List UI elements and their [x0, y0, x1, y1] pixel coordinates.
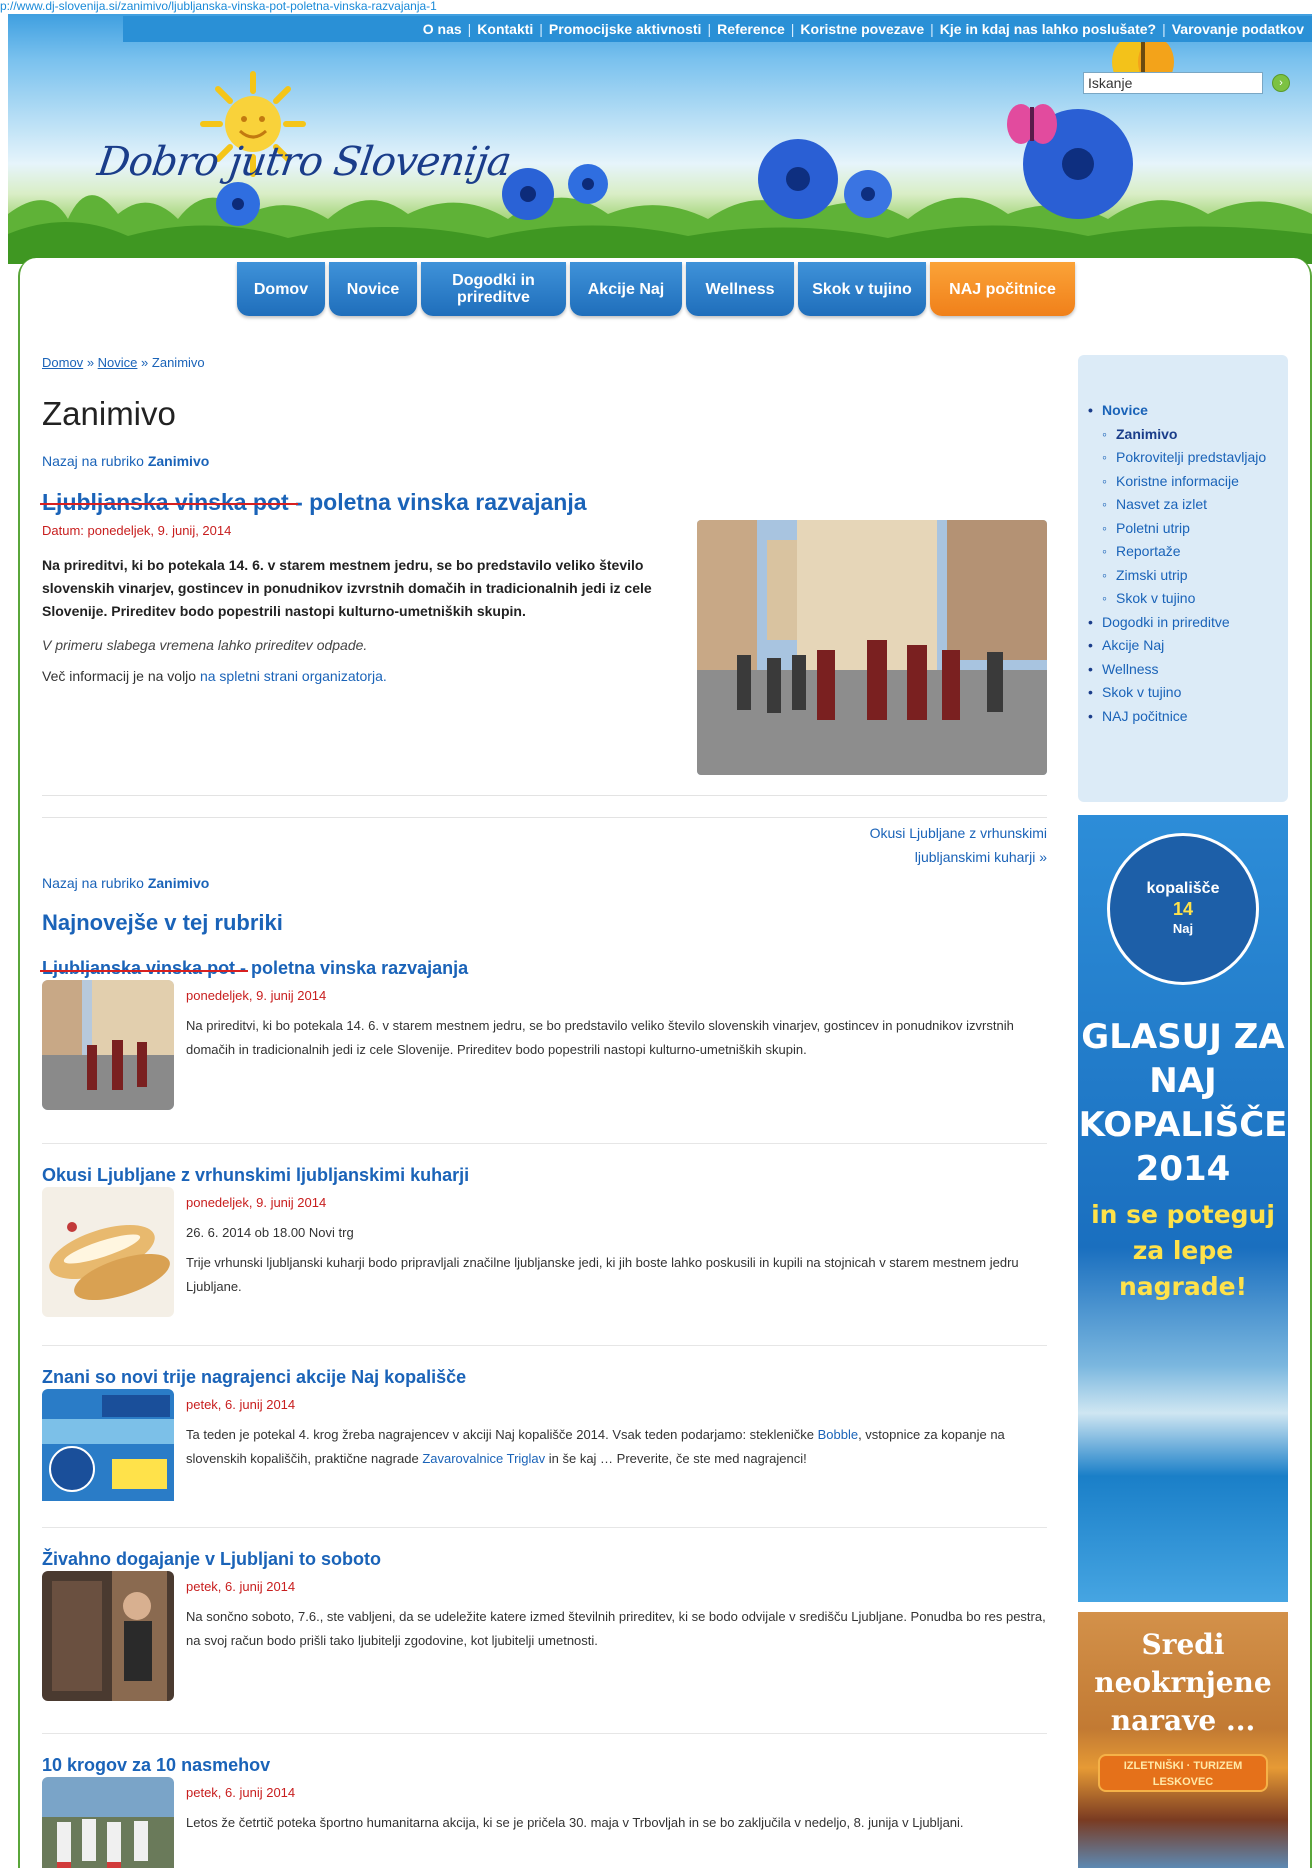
sidebar-item-poletni-utrip[interactable]: Poletni utrip — [1102, 517, 1288, 541]
red-strike-annotation — [40, 503, 298, 505]
topnav-link-kje-in-kdaj[interactable]: Kje in kdaj nas lahko poslušate? — [940, 21, 1156, 37]
sidebar-item-dogodki[interactable]: Dogodki in prireditve — [1088, 611, 1288, 635]
tab-skok-v-tujino[interactable]: Skok v tujino — [798, 262, 926, 316]
next-article-link[interactable]: Okusi Ljubljane z vrhunskimi ljubljanski… — [870, 821, 1047, 869]
item-date: ponedeljek, 9. junij 2014 — [186, 1195, 327, 1210]
sidebar-item-naj-pocitnice[interactable]: NAJ počitnice — [1088, 705, 1288, 729]
breadcrumb-current: Zanimivo — [151, 355, 205, 370]
sidebar-item-akcije-naj[interactable]: Akcije Naj — [1088, 634, 1288, 658]
topnav-link-kontakti[interactable]: Kontakti — [477, 21, 533, 37]
divider — [42, 1345, 1047, 1346]
list-item: Živahno dogajanje v Ljubljani to soboto … — [42, 1549, 1047, 1701]
article-lead: Na prireditvi, ki bo potekala 14. 6. v s… — [42, 557, 652, 619]
item-title-link[interactable]: Znani so novi trije nagrajenci akcije Na… — [42, 1367, 1047, 1388]
item-date: ponedeljek, 9. junij 2014 — [186, 988, 327, 1003]
leskovec-logo: IZLETNIŠKI · TURIZEM LESKOVEC — [1098, 1754, 1268, 1792]
item-title-link[interactable]: Ljubljanska vinska pot - poletna vinska … — [42, 958, 1047, 979]
item-thumbnail[interactable] — [42, 1187, 174, 1317]
item-thumbnail[interactable] — [42, 1389, 174, 1519]
search-submit-button[interactable]: › — [1272, 74, 1290, 92]
list-item: 10 krogov za 10 nasmehov petek, 6. junij… — [42, 1755, 1047, 1868]
topnav-link-promocijske[interactable]: Promocijske aktivnosti — [549, 21, 702, 37]
sidebar-item-novice[interactable]: Novice — [1088, 399, 1288, 423]
topnav-link-o-nas[interactable]: O nas — [423, 21, 462, 37]
main-navigation: Domov Novice Dogodki in prireditve Akcij… — [237, 262, 1075, 316]
topnav-link-varovanje[interactable]: Varovanje podatkov — [1172, 21, 1304, 37]
back-to-category-link[interactable]: Nazaj na rubriko Zanimivo — [42, 453, 1047, 469]
sidebar-item-skok-v-tujino-sub[interactable]: Skok v tujino — [1102, 587, 1288, 611]
sidebar-item-reportaze[interactable]: Reportaže — [1102, 540, 1288, 564]
red-strike-annotation — [40, 970, 248, 972]
sidebar-item-zanimivo[interactable]: Zanimivo — [1102, 423, 1288, 447]
sidebar-item-pokrovitelji[interactable]: Pokrovitelji predstavljajo — [1102, 446, 1288, 470]
item-thumbnail[interactable] — [42, 1571, 174, 1701]
divider — [42, 795, 1047, 796]
divider — [42, 817, 1047, 818]
header-banner: Dobro jutro Slovenija O nas | Kontakti | P… — [8, 14, 1312, 264]
item-thumbnail[interactable] — [42, 1777, 174, 1868]
item-summary: Na sončno soboto, 7.6., ste vabljeni, da… — [186, 1609, 1046, 1648]
bobble-link[interactable]: Bobble — [818, 1427, 858, 1442]
topnav-link-reference[interactable]: Reference — [717, 21, 785, 37]
back-to-category-link[interactable]: Nazaj na rubriko Zanimivo — [42, 875, 209, 891]
site-logo[interactable]: Dobro jutro Slovenija — [95, 139, 514, 185]
breadcrumb-novice[interactable]: Novice — [98, 355, 138, 370]
list-item: Ljubljanska vinska pot - poletna vinska … — [40, 958, 1047, 1110]
kopalisce-logo: kopališče 14 Naj — [1107, 833, 1259, 985]
tab-dogodki[interactable]: Dogodki in prireditve — [421, 262, 566, 316]
item-event-info: 26. 6. 2014 ob 18.00 Novi trg — [186, 1225, 354, 1240]
breadcrumb: Domov » Novice » Zanimivo — [42, 355, 205, 370]
item-summary: Ta teden je potekal 4. krog žreba nagraj… — [186, 1427, 1005, 1466]
arrow-right-icon: › — [1279, 77, 1283, 89]
main-content: Domov » Novice » Zanimivo Zanimivo Nazaj… — [40, 355, 1047, 1868]
sidebar-item-skok-v-tujino[interactable]: Skok v tujino — [1088, 681, 1288, 705]
tab-novice[interactable]: Novice — [329, 262, 417, 316]
item-date: petek, 6. junij 2014 — [186, 1579, 296, 1594]
sidebar-item-wellness[interactable]: Wellness — [1088, 658, 1288, 682]
cornflower-icon — [758, 139, 892, 219]
tab-domov[interactable]: Domov — [237, 262, 325, 316]
page-title: Zanimivo — [42, 395, 176, 432]
item-date: petek, 6. junij 2014 — [186, 1397, 296, 1412]
latest-section-title: Najnovejše v tej rubriki — [42, 910, 283, 935]
topnav-link-koristne-povezave[interactable]: Koristne povezave — [800, 21, 924, 37]
top-navigation: O nas | Kontakti | Promocijske aktivnosti |… — [122, 16, 1312, 42]
tab-akcije-naj[interactable]: Akcije Naj — [570, 262, 682, 316]
sidebar-item-nasvet-za-izlet[interactable]: Nasvet za izlet — [1102, 493, 1288, 517]
item-summary: Letos že četrtič poteka športno humanita… — [186, 1815, 964, 1830]
search-input[interactable] — [1083, 72, 1263, 94]
list-item: Znani so novi trije nagrajenci akcije Na… — [42, 1367, 1047, 1501]
tab-naj-pocitnice[interactable]: NAJ počitnice — [930, 262, 1075, 316]
organizer-website-link[interactable]: na spletni strani organizatorja. — [200, 668, 387, 684]
item-summary: Trije vrhunski ljubljanski kuharji bodo … — [186, 1255, 1019, 1294]
sidebar-item-koristne-informacije[interactable]: Koristne informacije — [1102, 470, 1288, 494]
divider — [42, 1733, 1047, 1734]
butterfly-icon — [1007, 104, 1057, 144]
zavarovalnica-triglav-link[interactable]: Zavarovalnice Triglav — [422, 1451, 545, 1466]
item-thumbnail[interactable] — [42, 980, 174, 1110]
divider — [42, 1143, 1047, 1144]
sidebar-item-zimski-utrip[interactable]: Zimski utrip — [1102, 564, 1288, 588]
naj-kopalisce-banner[interactable]: kopališče 14 Naj GLASUJ ZA NAJ KOPALIŠČE 2… — [1078, 815, 1288, 1602]
breadcrumb-home[interactable]: Domov — [42, 355, 83, 370]
item-summary: Na prireditvi, ki bo potekala 14. 6. v s… — [186, 1018, 1014, 1057]
url-text: p://www.dj-slovenija.si/zanimivo/ljublja… — [0, 0, 437, 13]
sidebar-menu: Novice Zanimivo Pokrovitelji predstavlja… — [1078, 355, 1288, 802]
item-title-link[interactable]: Okusi Ljubljane z vrhunskimi ljubljanski… — [42, 1165, 1047, 1186]
divider — [42, 1527, 1047, 1528]
item-title-link[interactable]: Živahno dogajanje v Ljubljani to soboto — [42, 1549, 1047, 1570]
leskovec-tourism-banner[interactable]: Sredi neokrnjene narave ... IZLETNIŠKI ·… — [1078, 1612, 1288, 1868]
item-date: petek, 6. junij 2014 — [186, 1785, 296, 1800]
item-title-link[interactable]: 10 krogov za 10 nasmehov — [42, 1755, 1047, 1776]
article-image — [697, 520, 1047, 775]
list-item: Okusi Ljubljane z vrhunskimi ljubljanski… — [42, 1165, 1047, 1317]
article-title: Ljubljanska vinska pot - poletna vinska … — [40, 489, 587, 515]
tab-wellness[interactable]: Wellness — [686, 262, 794, 316]
